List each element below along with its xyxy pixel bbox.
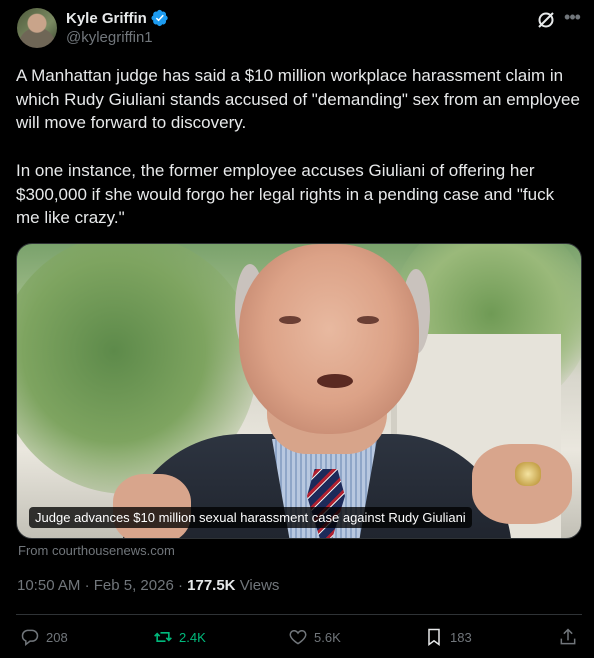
share-button[interactable] <box>558 626 578 648</box>
photo-head <box>239 244 419 434</box>
repost-icon <box>154 632 172 642</box>
views-count: 177.5K <box>187 577 236 594</box>
photo-mouth <box>317 374 353 388</box>
tweet-text: A Manhattan judge has said a $10 million… <box>16 66 580 228</box>
tweet-date[interactable]: Feb 5, 2026 <box>94 577 174 594</box>
like-count: 5.6K <box>314 629 341 645</box>
handle[interactable]: @kylegriffin1 <box>66 29 169 46</box>
repost-button[interactable]: 2.4K <box>153 626 206 648</box>
display-name-row: Kyle Griffin <box>66 8 169 28</box>
like-button[interactable]: 5.6K <box>288 626 341 648</box>
link-source[interactable]: From courthousenews.com <box>18 543 175 558</box>
share-icon <box>560 628 576 645</box>
meta-separator: · <box>84 577 90 594</box>
avatar[interactable] <box>17 8 57 48</box>
tweet-header: Kyle Griffin @kylegriffin1 ••• <box>16 6 582 50</box>
meta-separator: · <box>177 577 183 594</box>
heart-icon <box>289 629 307 645</box>
reply-count: 208 <box>46 629 68 645</box>
divider <box>16 614 582 615</box>
reply-icon <box>21 629 39 647</box>
photo-ring <box>515 462 541 486</box>
display-name[interactable]: Kyle Griffin <box>66 10 147 27</box>
tweet-time[interactable]: 10:50 AM <box>17 577 80 594</box>
bookmark-button[interactable]: 183 <box>424 626 472 648</box>
repost-count: 2.4K <box>179 629 206 645</box>
media-caption[interactable]: Judge advances $10 million sexual harass… <box>29 507 472 528</box>
media-card[interactable]: Judge advances $10 million sexual harass… <box>16 243 582 539</box>
grok-icon[interactable] <box>536 10 556 30</box>
user-block: Kyle Griffin @kylegriffin1 <box>66 8 169 46</box>
reply-button[interactable]: 208 <box>20 626 68 648</box>
more-icon[interactable]: ••• <box>562 8 582 30</box>
action-bar: 208 2.4K 5.6K 183 <box>16 626 582 650</box>
tweet-meta: 10:50 AM · Feb 5, 2026 · 177.5K Views <box>17 577 279 594</box>
views-label: Views <box>239 577 280 594</box>
bookmark-count: 183 <box>450 629 472 645</box>
verified-badge-icon[interactable] <box>151 9 169 27</box>
photo-eye <box>357 316 379 324</box>
bookmark-icon <box>428 628 440 646</box>
photo-eye <box>279 316 301 324</box>
